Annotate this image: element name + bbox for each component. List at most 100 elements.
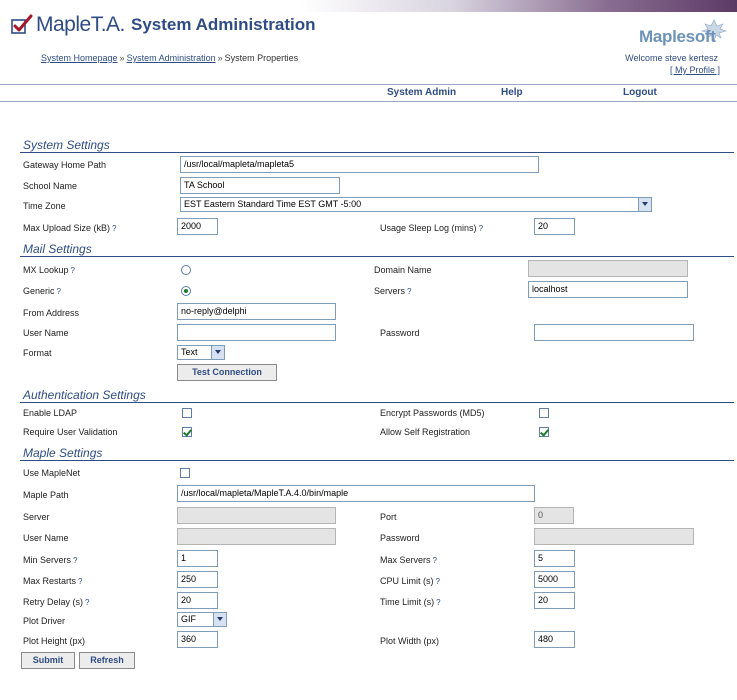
my-profile-link[interactable]: [ My Profile ] xyxy=(670,65,720,75)
mail-password-label: Password xyxy=(380,328,420,338)
format-select[interactable]: Text xyxy=(177,345,225,360)
mail-user-name-input[interactable] xyxy=(177,324,336,341)
from-address-label: From Address xyxy=(23,308,80,318)
school-name-label: School Name xyxy=(23,181,78,191)
chevron-down-icon[interactable] xyxy=(211,346,224,359)
mail-user-name-label: User Name xyxy=(23,328,69,338)
generic-label: Generic? xyxy=(23,286,61,296)
chevron-down-icon[interactable] xyxy=(638,198,651,211)
maple-password-input[interactable] xyxy=(534,528,694,545)
app-name: MapleT.A. xyxy=(36,13,125,36)
checkmark-logo-icon xyxy=(11,14,33,34)
school-name-input[interactable]: TA School xyxy=(180,177,340,194)
cpu-limit-input[interactable]: 5000 xyxy=(534,571,575,588)
help-icon[interactable]: ? xyxy=(85,598,89,607)
server-label: Server xyxy=(23,512,50,522)
plot-driver-select[interactable]: GIF xyxy=(177,612,227,627)
maple-password-label: Password xyxy=(380,533,420,543)
breadcrumb-separator: » xyxy=(119,53,125,63)
section-title-system-settings: System Settings xyxy=(23,138,110,152)
encrypt-passwords-label: Encrypt Passwords (MD5) xyxy=(380,408,485,418)
section-title-maple-settings: Maple Settings xyxy=(23,446,103,460)
maplesoft-brand: Maplesoft xyxy=(639,27,716,46)
retry-delay-label: Retry Delay (s)? xyxy=(23,597,90,607)
test-connection-button[interactable]: Test Connection xyxy=(177,364,277,381)
generic-radio[interactable] xyxy=(181,286,191,296)
refresh-button[interactable]: Refresh xyxy=(79,652,135,669)
time-limit-input[interactable]: 20 xyxy=(534,592,575,609)
maple-user-name-label: User Name xyxy=(23,533,69,543)
welcome-text: Welcome steve kertesz xyxy=(625,53,718,63)
plot-width-input[interactable]: 480 xyxy=(534,631,575,648)
server-input[interactable] xyxy=(177,507,336,524)
plot-height-input[interactable]: 360 xyxy=(177,631,218,648)
nav-top-rule xyxy=(0,84,737,85)
servers-input[interactable]: localhost xyxy=(528,281,688,298)
encrypt-passwords-checkbox[interactable] xyxy=(539,408,549,418)
domain-name-label: Domain Name xyxy=(374,265,432,275)
breadcrumb-system-properties: System Properties xyxy=(224,53,299,63)
max-restarts-label: Max Restarts? xyxy=(23,576,83,586)
maple-path-input[interactable]: /usr/local/mapleta/MapleT.A.4.0/bin/mapl… xyxy=(177,485,535,502)
nav-help[interactable]: Help xyxy=(501,87,523,98)
help-icon[interactable]: ? xyxy=(436,577,440,586)
help-icon[interactable]: ? xyxy=(479,224,483,233)
plot-driver-label: Plot Driver xyxy=(23,616,66,626)
min-servers-label: Min Servers? xyxy=(23,555,78,565)
enable-ldap-checkbox[interactable] xyxy=(182,408,192,418)
max-upload-size-label: Max Upload Size (kB)? xyxy=(23,223,117,233)
gateway-home-path-label: Gateway Home Path xyxy=(23,160,107,170)
usage-sleep-log-label: Usage Sleep Log (mins)? xyxy=(380,223,484,233)
domain-name-input[interactable] xyxy=(528,260,688,277)
gateway-home-path-input[interactable]: /usr/local/mapleta/mapleta5 xyxy=(180,156,539,173)
header-gradient-bar xyxy=(300,0,737,12)
submit-button[interactable]: Submit xyxy=(21,652,75,669)
help-icon[interactable]: ? xyxy=(407,287,411,296)
section-rule xyxy=(20,460,734,461)
max-servers-input[interactable]: 5 xyxy=(534,550,575,567)
nav-system-admin[interactable]: System Admin xyxy=(387,87,456,98)
mx-lookup-radio[interactable] xyxy=(181,265,191,275)
help-icon[interactable]: ? xyxy=(73,556,77,565)
allow-self-registration-checkbox[interactable] xyxy=(539,427,549,437)
help-icon[interactable]: ? xyxy=(71,266,75,275)
help-icon[interactable]: ? xyxy=(112,224,116,233)
port-input[interactable]: 0 xyxy=(534,507,574,524)
section-rule xyxy=(20,152,734,153)
help-icon[interactable]: ? xyxy=(57,287,61,296)
usage-sleep-log-input[interactable]: 20 xyxy=(534,218,575,235)
require-user-validation-label: Require User Validation xyxy=(23,427,118,437)
help-icon[interactable]: ? xyxy=(436,598,440,607)
max-upload-size-input[interactable]: 2000 xyxy=(177,218,218,235)
mail-password-input[interactable] xyxy=(534,324,694,341)
nav-bottom-rule xyxy=(0,101,737,102)
cpu-limit-label: CPU Limit (s)? xyxy=(380,576,440,586)
breadcrumb-system-administration[interactable]: System Administration xyxy=(127,53,216,63)
plot-width-label: Plot Width (px) xyxy=(380,636,440,646)
format-value: Text xyxy=(181,347,198,357)
section-rule xyxy=(20,256,734,257)
from-address-input[interactable]: no-reply@delphi xyxy=(177,303,336,320)
breadcrumb: System Homepage» System Administration» Sy… xyxy=(41,53,298,63)
time-zone-value: EST Eastern Standard Time EST GMT -5:00 xyxy=(184,199,362,209)
maple-user-name-input[interactable] xyxy=(177,528,336,545)
help-icon[interactable]: ? xyxy=(78,577,82,586)
time-zone-label: Time Zone xyxy=(23,201,66,211)
retry-delay-input[interactable]: 20 xyxy=(177,592,218,609)
enable-ldap-label: Enable LDAP xyxy=(23,408,78,418)
breadcrumb-system-homepage[interactable]: System Homepage xyxy=(41,53,118,63)
help-icon[interactable]: ? xyxy=(433,556,437,565)
format-label: Format xyxy=(23,348,52,358)
chevron-down-icon[interactable] xyxy=(213,613,226,626)
use-maplenet-checkbox[interactable] xyxy=(180,468,190,478)
plot-height-label: Plot Height (px) xyxy=(23,636,86,646)
section-rule xyxy=(20,402,734,403)
min-servers-input[interactable]: 1 xyxy=(177,550,218,567)
nav-logout[interactable]: Logout xyxy=(623,87,657,98)
maple-path-label: Maple Path xyxy=(23,490,69,500)
max-servers-label: Max Servers? xyxy=(380,555,437,565)
max-restarts-input[interactable]: 250 xyxy=(177,571,218,588)
port-label: Port xyxy=(380,512,397,522)
time-zone-select[interactable]: EST Eastern Standard Time EST GMT -5:00 xyxy=(180,197,652,212)
require-user-validation-checkbox[interactable] xyxy=(182,427,192,437)
